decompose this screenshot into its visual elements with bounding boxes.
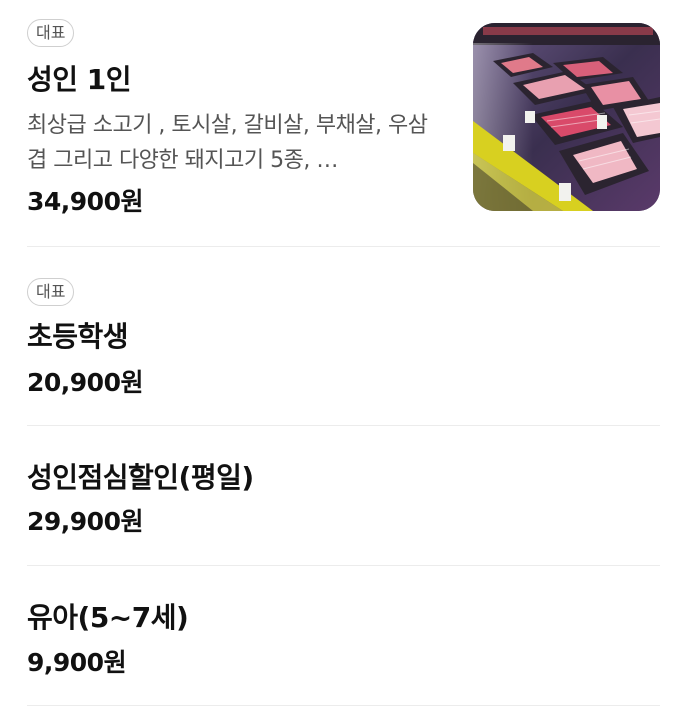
- menu-item-name: 성인점심할인(평일): [27, 461, 254, 494]
- menu-item-price: 9,900원: [27, 648, 127, 677]
- menu-item-name: 성인 1인: [27, 63, 132, 96]
- representative-badge: 대표: [27, 19, 75, 47]
- menu-list: 대표 성인 1인 최상급 소고기 , 토시살, 갈비살, 부채살, 우삼겹 그리…: [0, 0, 688, 714]
- menu-item-elementary[interactable]: 대표 초등학생 20,900원: [27, 247, 660, 426]
- menu-item-price: 20,900원: [27, 368, 143, 397]
- menu-item-name: 초등학생: [27, 320, 129, 353]
- menu-item-price: 34,900원: [27, 187, 143, 216]
- menu-item-photo[interactable]: [473, 23, 660, 211]
- menu-item-adult-lunch[interactable]: 성인점심할인(평일) 29,900원: [27, 426, 660, 566]
- meat-display-photo: [473, 23, 660, 211]
- menu-item-adult[interactable]: 대표 성인 1인 최상급 소고기 , 토시살, 갈비살, 부채살, 우삼겹 그리…: [27, 0, 660, 247]
- representative-badge: 대표: [27, 278, 75, 306]
- menu-item-name: 유아(5~7세): [27, 601, 189, 634]
- menu-item-price: 29,900원: [27, 507, 143, 536]
- menu-item-description: 최상급 소고기 , 토시살, 갈비살, 부채살, 우삼겹 그리고 다양한 돼지고…: [27, 113, 428, 173]
- menu-item-toddler[interactable]: 유아(5~7세) 9,900원: [27, 566, 660, 706]
